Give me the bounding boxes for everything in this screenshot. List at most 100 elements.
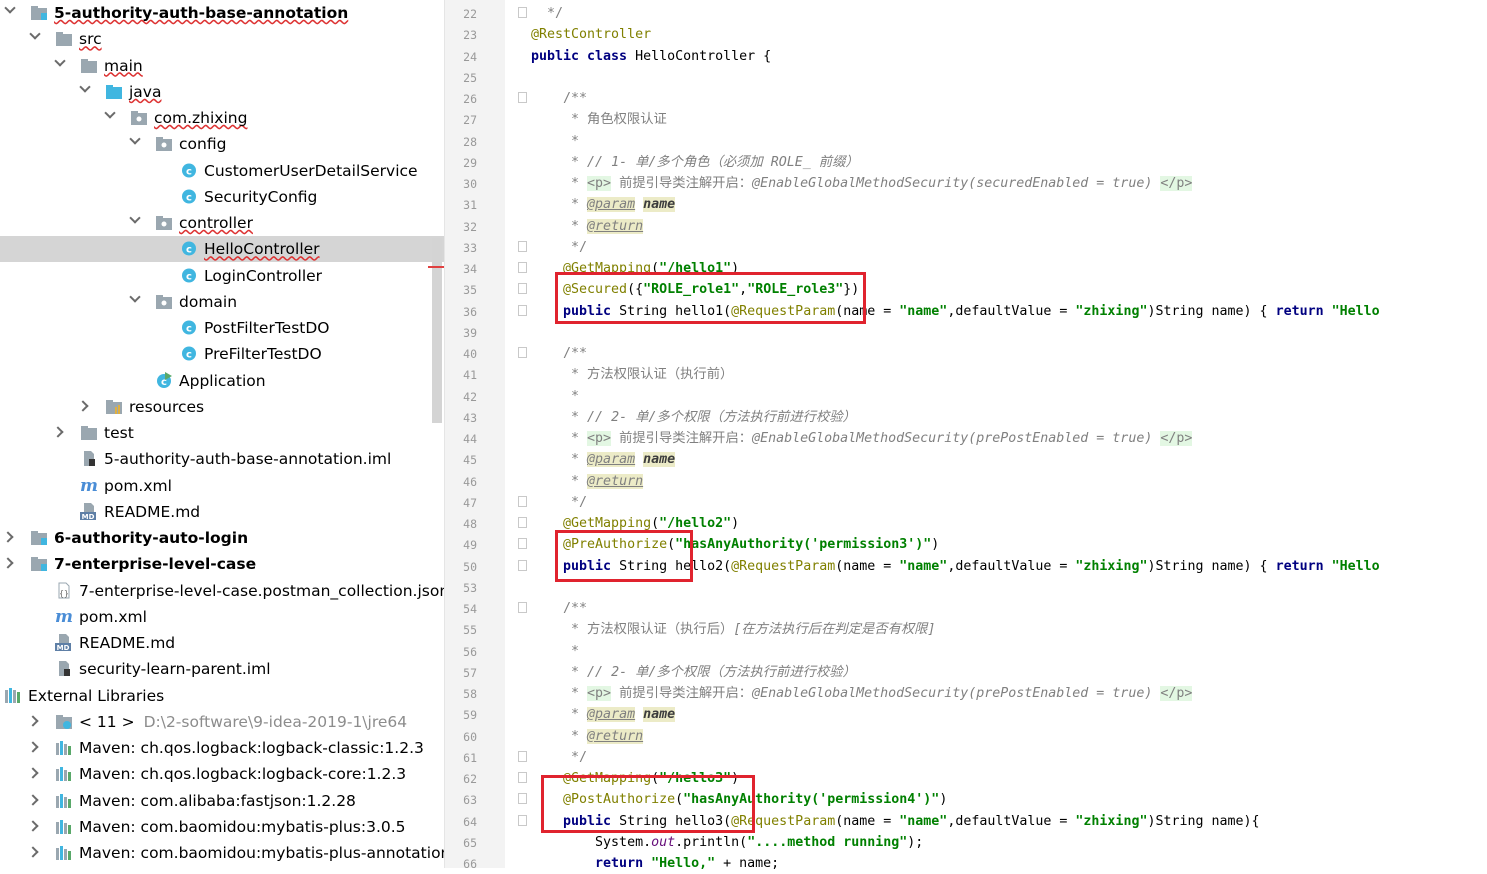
code-line[interactable]: 28 * [445,131,1487,152]
row-jdk[interactable]: < 11 > D:\2-software\9-idea-2019-1\jre64 [0,709,444,735]
chevron-down-icon[interactable] [79,81,91,93]
chevron-down-icon[interactable] [4,2,16,14]
fold-marker-icon[interactable] [518,602,527,613]
code-line[interactable]: 40 /** [445,343,1487,364]
chevron-right-icon[interactable] [77,400,89,412]
row-src[interactable]: src [0,26,444,52]
fold-marker-icon[interactable] [518,92,527,103]
code-line[interactable]: 45 * @param name [445,449,1487,470]
row-pom-5[interactable]: m pom.xml [0,473,444,499]
code-line[interactable]: 66 return "Hello," + name; [445,853,1487,874]
chevron-down-icon[interactable] [54,54,66,67]
row-postman-json[interactable]: {} 7-enterprise-level-case.postman_collec… [0,578,444,604]
chevron-right-icon[interactable] [27,820,39,832]
row-lib-mybatis-plus-annotation[interactable]: Maven: com.baomidou:mybatis-plus-annotat… [0,840,444,866]
row-readme-root[interactable]: MD README.md [0,630,444,656]
row-pre-filter-test-do[interactable]: c PreFilterTestDO [0,341,444,367]
code-line[interactable]: 39 [445,322,1487,343]
row-pom-root[interactable]: m pom.xml [0,604,444,630]
fold-marker-icon[interactable] [518,538,527,550]
fold-marker-icon[interactable] [518,750,527,762]
row-application[interactable]: c Application [0,368,444,394]
row-controller[interactable]: controller [0,210,444,236]
chevron-right-icon[interactable] [52,426,64,438]
code-line[interactable]: 29 * // 1- 单/多个角色（必须加 ROLE_ 前缀） [445,152,1487,173]
fold-marker-icon[interactable] [518,814,527,826]
row-project-6[interactable]: 6-authority-auto-login [0,525,444,551]
code-line[interactable]: 43 * // 2- 单/多个权限（方法执行前进行校验） [445,407,1487,428]
row-login-controller[interactable]: c LoginController [0,263,444,289]
code-line[interactable]: 30 * <p> 前提引导类注解开启：@EnableGlobalMethodSe… [445,173,1487,194]
chevron-down-icon[interactable] [29,28,41,40]
code-line[interactable]: 61 */ [445,747,1487,768]
code-line[interactable]: 33 */ [445,237,1487,258]
row-parent-iml[interactable]: security-learn-parent.iml [0,656,444,682]
fold-marker-icon[interactable] [518,240,527,252]
code-editor[interactable]: 22 */ 23 @RestController 24 public class Hel… [444,0,1487,871]
chevron-down-icon[interactable] [129,291,141,303]
row-external-libraries[interactable]: External Libraries [0,683,444,709]
code-line[interactable]: 60 * @return [445,726,1487,747]
row-project-5[interactable]: 5-authority-auth-base-annotation [0,0,444,26]
row-customer-user-detail-service[interactable]: c CustomerUserDetailService [0,158,444,184]
row-domain[interactable]: domain [0,289,444,315]
row-post-filter-test-do[interactable]: c PostFilterTestDO [0,315,444,341]
fold-marker-icon[interactable] [518,283,527,295]
fold-marker-icon[interactable] [518,304,527,316]
chevron-right-icon[interactable] [27,846,39,858]
code-line[interactable]: 44 * <p> 前提引导类注解开启：@EnableGlobalMethodSe… [445,428,1487,449]
code-line[interactable]: 54 /** [445,598,1487,619]
fold-marker-icon[interactable] [518,517,527,528]
row-lib-fastjson[interactable]: Maven: com.alibaba:fastjson:1.2.28 [0,788,444,814]
code-line[interactable]: 59 * @param name [445,704,1487,725]
code-line[interactable]: 31 * @param name [445,194,1487,215]
row-package[interactable]: com.zhixing [0,105,444,131]
fold-marker-icon[interactable] [518,559,527,571]
chevron-right-icon[interactable] [27,741,39,753]
row-iml-5[interactable]: 5-authority-auth-base-annotation.iml [0,446,444,472]
code-line[interactable]: 58 * <p> 前提引导类注解开启：@EnableGlobalMethodSe… [445,683,1487,704]
code-line[interactable]: 57 * // 2- 单/多个权限（方法执行前进行校验） [445,662,1487,683]
row-resources[interactable]: resources [0,394,444,420]
chevron-right-icon[interactable] [27,793,39,806]
code-line[interactable]: 23 @RestController [445,24,1487,45]
project-tree[interactable]: 5-authority-auth-base-annotation src main j… [0,0,444,868]
code-line[interactable]: 46 * @return [445,471,1487,492]
fold-marker-icon[interactable] [518,772,527,783]
chevron-right-icon[interactable] [27,715,39,727]
code-line[interactable]: 27 * 角色权限认证 [445,109,1487,130]
code-line[interactable]: 42 * [445,386,1487,407]
code-line[interactable]: 22 */ [445,3,1487,24]
row-lib-logback-core[interactable]: Maven: ch.qos.logback:logback-core:1.2.3 [0,761,444,787]
row-lib-logback-classic[interactable]: Maven: ch.qos.logback:logback-classic:1.… [0,735,444,761]
row-lib-mybatis-plus[interactable]: Maven: com.baomidou:mybatis-plus:3.0.5 [0,814,444,840]
row-java[interactable]: java [0,79,444,105]
code-line[interactable]: 56 * [445,641,1487,662]
code-line[interactable]: 25 [445,67,1487,88]
code-line[interactable]: 55 * 方法权限认证（执行后）[在方法执行后在判定是否有权限] [445,619,1487,640]
row-security-config[interactable]: c SecurityConfig [0,184,444,210]
code-line[interactable]: 47 */ [445,492,1487,513]
row-readme-5[interactable]: MD README.md [0,499,444,525]
code-line[interactable]: 65 System.out.println("....method runnin… [445,832,1487,853]
row-main[interactable]: main [0,53,444,79]
chevron-right-icon[interactable] [2,531,14,543]
fold-marker-icon[interactable] [518,347,527,358]
chevron-down-icon[interactable] [129,133,141,145]
code-line[interactable]: 41 * 方法权限认证（执行前） [445,364,1487,385]
row-project-7[interactable]: 7-enterprise-level-case [0,551,444,577]
code-line[interactable]: 32 * @return [445,216,1487,237]
fold-marker-icon[interactable] [518,793,527,805]
code-line[interactable]: 24 public class HelloController { [445,46,1487,67]
chevron-right-icon[interactable] [2,557,14,569]
chevron-down-icon[interactable] [129,212,141,224]
chevron-right-icon[interactable] [27,767,39,779]
fold-marker-icon[interactable] [518,495,527,507]
code-line[interactable]: 26 /** [445,88,1487,109]
row-test[interactable]: test [0,420,444,446]
fold-marker-icon[interactable] [518,262,527,273]
chevron-down-icon[interactable] [104,107,116,119]
row-config[interactable]: config [0,131,444,157]
fold-marker-icon[interactable] [518,7,527,18]
row-hello-controller[interactable]: c HelloController [0,236,444,263]
